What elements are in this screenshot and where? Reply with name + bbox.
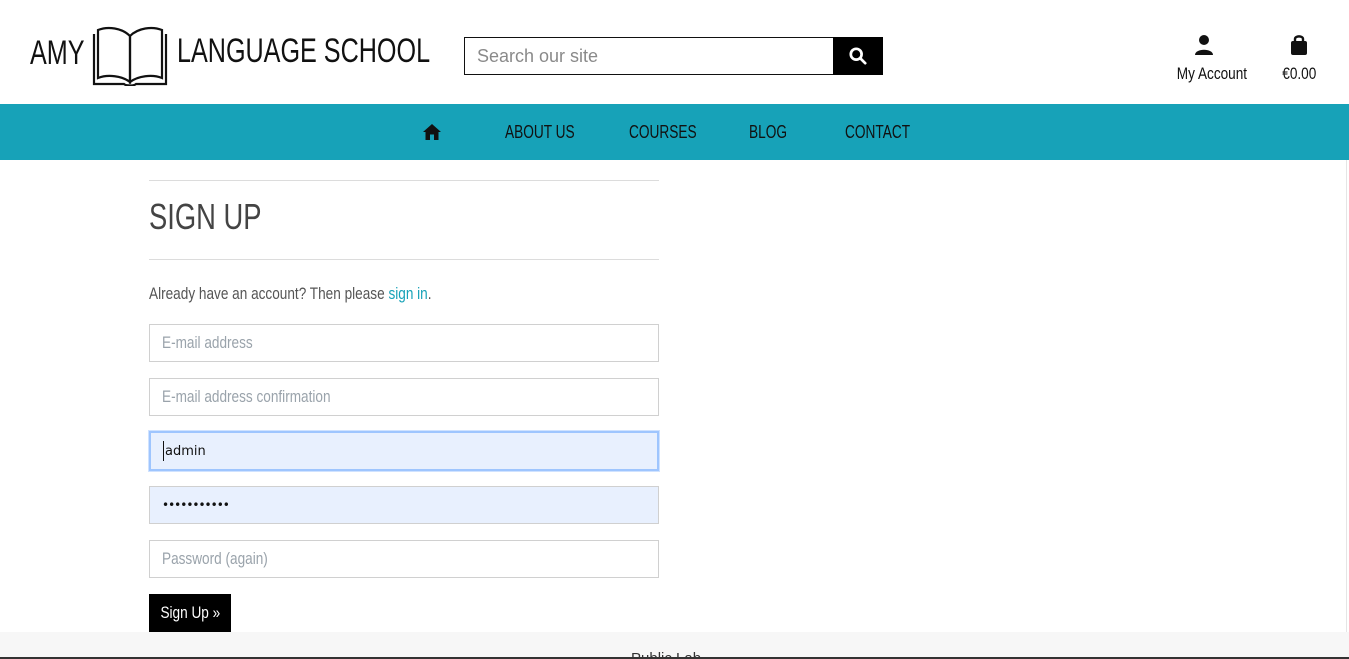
signin-link[interactable]: sign in [388, 284, 427, 303]
password-value: ••••••••••• [162, 498, 230, 512]
shopping-bag-icon [1291, 35, 1307, 55]
site-search [464, 37, 883, 75]
email-confirm-field[interactable]: E-mail address confirmation [149, 378, 659, 416]
email-placeholder: E-mail address [162, 333, 253, 352]
site-footer: Public Lab… [0, 632, 1349, 659]
signin-prompt-text: Already have an account? Then please [149, 284, 389, 303]
cart-link[interactable]: €0.00 [1276, 34, 1322, 84]
site-header: AMY LANGUAGE SCHOOL My Account €0.00 [0, 0, 1349, 104]
nav-blog[interactable]: BLOG [749, 104, 799, 160]
open-book-icon [92, 26, 168, 86]
nav-home[interactable] [422, 104, 442, 160]
divider-top [149, 180, 659, 181]
signup-button[interactable]: Sign Up » [149, 594, 231, 632]
password-again-field[interactable]: Password (again) [149, 540, 659, 578]
password-again-placeholder: Password (again) [162, 549, 268, 568]
page-edge [1346, 160, 1347, 632]
page-title: SIGN UP [149, 196, 262, 237]
signin-prompt: Already have an account? Then please sig… [149, 284, 502, 304]
cart-total: €0.00 [1281, 64, 1317, 83]
password-field[interactable]: ••••••••••• [149, 486, 659, 524]
my-account-link[interactable]: My Account [1168, 34, 1248, 84]
nav-contact[interactable]: CONTACT [845, 104, 931, 160]
nav-about-us[interactable]: ABOUT US [505, 104, 597, 160]
nav-courses[interactable]: COURSES [629, 104, 718, 160]
logo-word-language-school: LANGUAGE SCHOOL [177, 32, 431, 70]
signin-prompt-period: . [427, 284, 432, 303]
username-value: admin [165, 443, 206, 459]
search-icon [849, 47, 867, 65]
user-icon [1195, 35, 1213, 55]
logo-word-amy: AMY [30, 34, 85, 72]
search-input[interactable] [464, 37, 833, 75]
search-button[interactable] [833, 37, 883, 75]
main-nav: ABOUT US COURSES BLOG CONTACT [0, 104, 1349, 160]
username-field[interactable]: admin [149, 431, 659, 471]
divider-bottom [149, 259, 659, 260]
my-account-label: My Account [1176, 64, 1248, 83]
home-icon [423, 124, 441, 140]
email-confirm-placeholder: E-mail address confirmation [162, 387, 331, 406]
text-caret [163, 441, 164, 461]
email-field[interactable]: E-mail address [149, 324, 659, 362]
